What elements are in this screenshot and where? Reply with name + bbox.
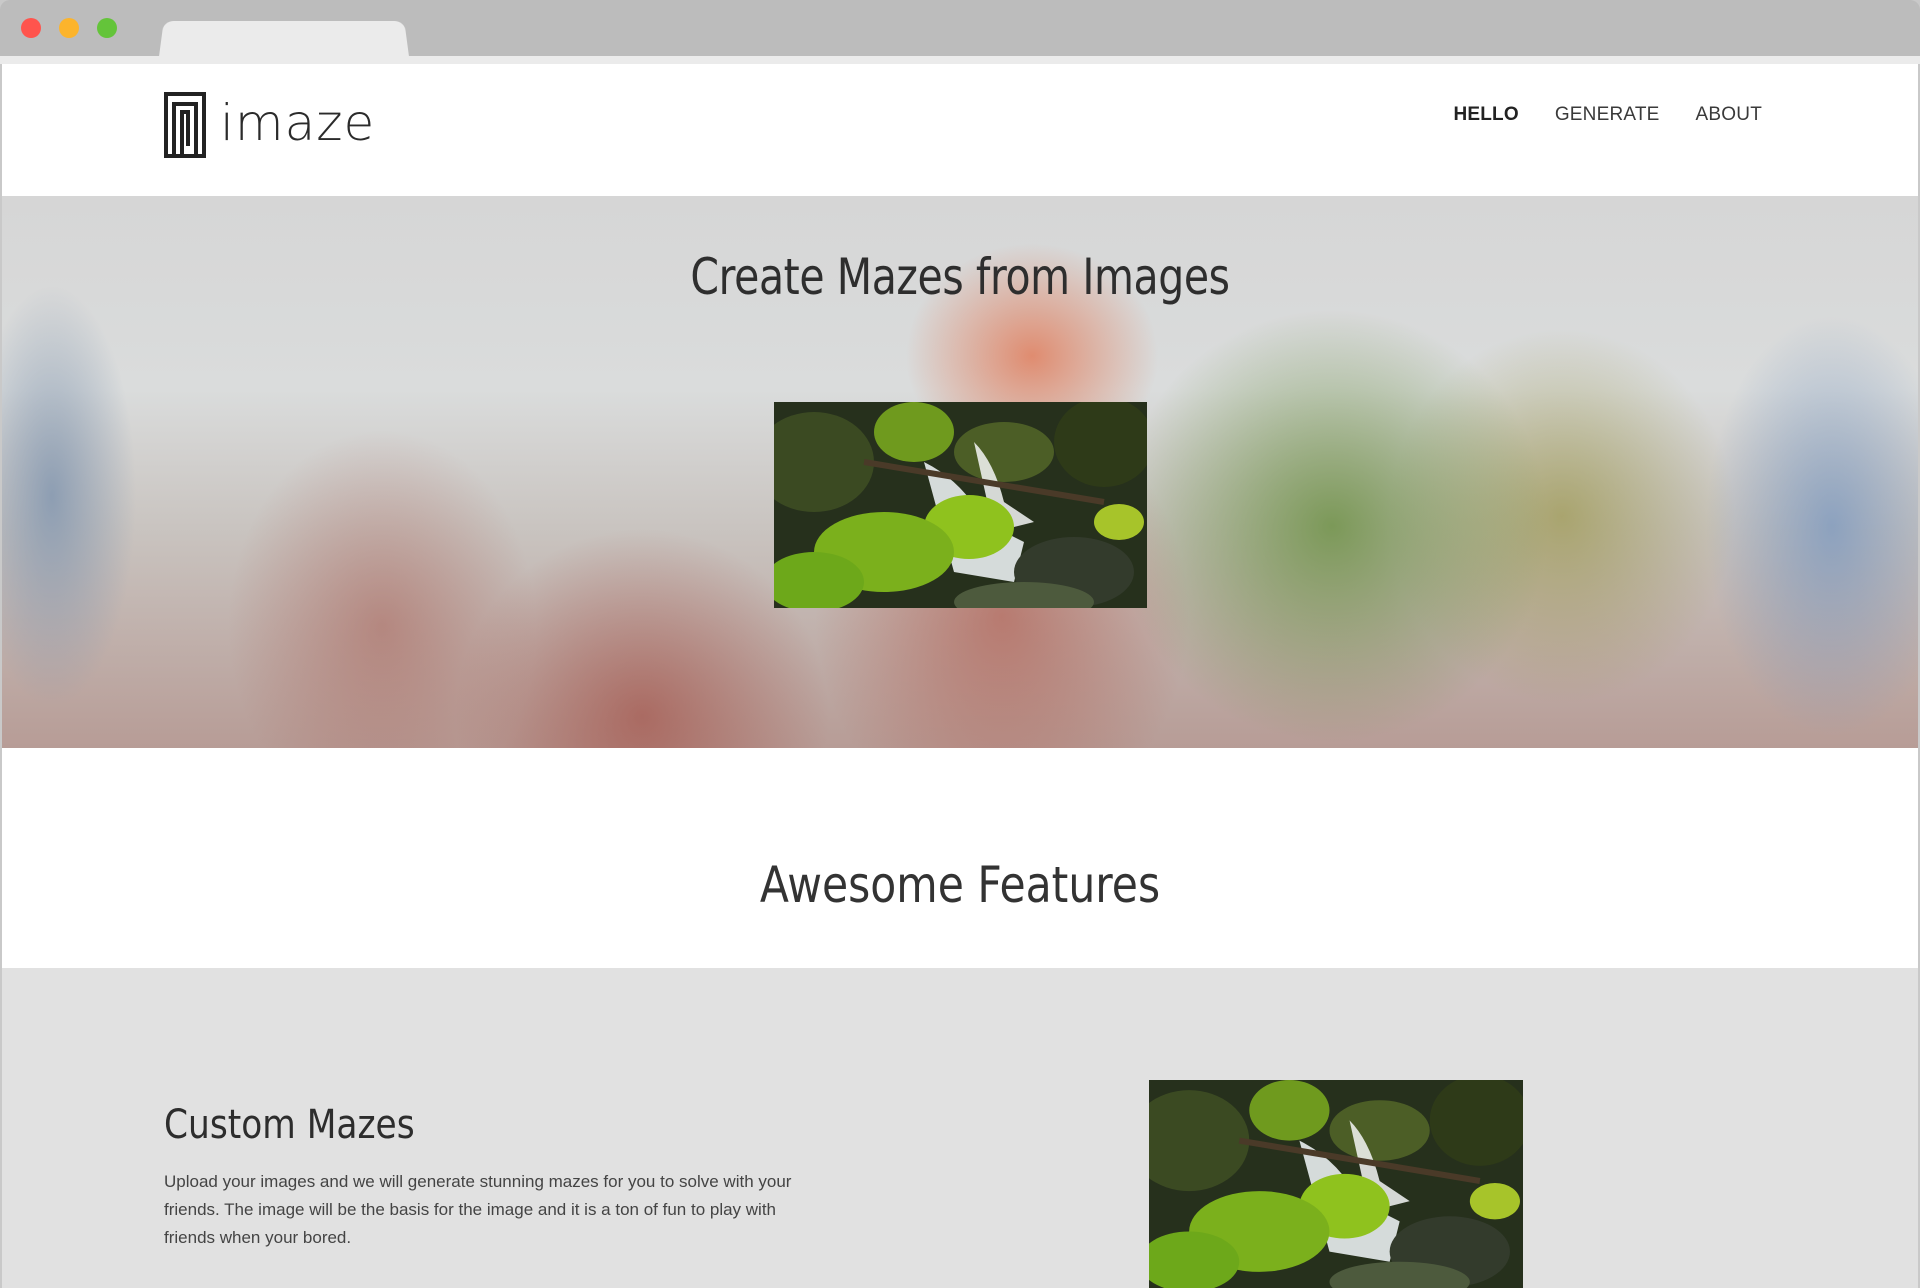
- hero-section: Create Mazes from Images: [2, 196, 1918, 748]
- features-title: Awesome Features: [759, 856, 1161, 914]
- minimize-window-button[interactable]: [59, 18, 79, 38]
- maze-logo-icon: [164, 92, 206, 158]
- close-window-button[interactable]: [21, 18, 41, 38]
- feature-waterfall-image: [1149, 1080, 1523, 1288]
- hero-waterfall-image: [774, 402, 1147, 608]
- nav-link-generate[interactable]: GENERATE: [1555, 104, 1660, 126]
- main-nav: HELLO GENERATE ABOUT: [1453, 104, 1762, 126]
- feature-title: Custom Mazes: [164, 1102, 415, 1148]
- brand-name: imaze: [220, 94, 376, 152]
- brand-logo[interactable]: imaze: [164, 92, 375, 158]
- maximize-window-button[interactable]: [97, 18, 117, 38]
- browser-chrome: [0, 0, 1920, 64]
- hero-title: Create Mazes from Images: [690, 248, 1230, 306]
- feature-description: Upload your images and we will generate …: [164, 1172, 792, 1247]
- navbar: imaze HELLO GENERATE ABOUT: [2, 64, 1918, 196]
- features-section: Custom Mazes Upload your images and we w…: [2, 968, 1918, 1288]
- page-viewport: imaze HELLO GENERATE ABOUT Create Mazes …: [2, 64, 1918, 1288]
- screenshot-frame: imaze HELLO GENERATE ABOUT Create Mazes …: [0, 0, 1920, 1288]
- nav-link-hello[interactable]: HELLO: [1453, 104, 1518, 126]
- nav-link-about[interactable]: ABOUT: [1696, 104, 1762, 126]
- features-heading-section: Awesome Features: [2, 748, 1918, 968]
- browser-tab[interactable]: [158, 21, 410, 64]
